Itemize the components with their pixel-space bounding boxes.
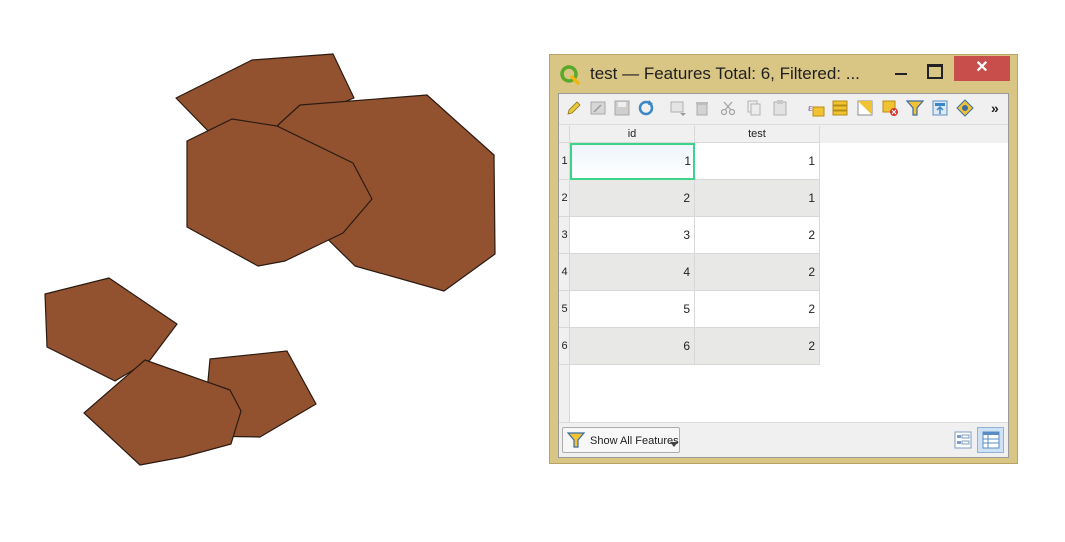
attribute-table-window: test — Features Total: 6, Filtered: ... … — [549, 54, 1018, 464]
minimize-button[interactable] — [890, 61, 914, 83]
show-all-features-button[interactable]: Show All Features — [562, 427, 680, 453]
deselect-all-icon[interactable] — [881, 99, 899, 117]
close-icon: ✕ — [975, 59, 989, 76]
table-cell-id[interactable]: 1 — [570, 143, 695, 180]
table-cell-test[interactable]: 1 — [695, 180, 820, 217]
select-all-icon[interactable] — [831, 99, 849, 117]
edit-pencil-icon[interactable] — [565, 99, 583, 117]
add-feature-icon[interactable] — [669, 99, 687, 117]
toolbar-more-button[interactable]: » — [991, 100, 999, 116]
row-header[interactable]: 4 — [559, 254, 570, 291]
title-bar[interactable]: test — Features Total: 6, Filtered: ... … — [550, 55, 1017, 93]
header-filler — [820, 126, 1008, 143]
column-header-test[interactable]: test — [695, 126, 820, 143]
row-header[interactable]: 5 — [559, 291, 570, 328]
paste-icon[interactable] — [771, 99, 789, 117]
cut-icon[interactable] — [719, 99, 737, 117]
table-cell-test[interactable]: 1 — [695, 143, 820, 180]
table-cell-id[interactable]: 3 — [570, 217, 695, 254]
row-header[interactable]: 2 — [559, 180, 570, 217]
table-cell-id[interactable]: 2 — [570, 180, 695, 217]
delete-feature-icon[interactable] — [693, 99, 711, 117]
show-all-features-label: Show All Features — [590, 435, 679, 447]
table-cell-test[interactable]: 2 — [695, 291, 820, 328]
multi-edit-icon[interactable] — [589, 99, 607, 117]
dropdown-arrow-icon — [670, 442, 678, 447]
row-header[interactable]: 1 — [559, 143, 570, 180]
attribute-table[interactable]: id test 1 1 1 2 2 1 3 3 2 4 4 2 5 5 2 6 — [559, 126, 1008, 422]
map-canvas[interactable] — [0, 0, 540, 542]
window-title: test — Features Total: 6, Filtered: ... — [590, 64, 860, 83]
filter-icon — [567, 432, 585, 448]
window-client: ε » id test 1 1 1 2 2 1 3 3 2 4 4 2 5 5 … — [558, 93, 1009, 458]
table-cell-test[interactable]: 2 — [695, 328, 820, 365]
expression-select-icon[interactable]: ε — [807, 99, 825, 117]
row-header[interactable]: 3 — [559, 217, 570, 254]
copy-icon[interactable] — [745, 99, 763, 117]
table-cell-id[interactable]: 4 — [570, 254, 695, 291]
column-header-id[interactable]: id — [570, 126, 695, 143]
move-selection-top-icon[interactable] — [931, 99, 949, 117]
table-corner-button[interactable] — [559, 126, 570, 143]
reload-icon[interactable] — [637, 99, 655, 117]
pan-to-selection-icon[interactable] — [956, 99, 974, 117]
qgis-icon — [560, 65, 580, 85]
table-cell-id[interactable]: 5 — [570, 291, 695, 328]
table-cell-test[interactable]: 2 — [695, 217, 820, 254]
attribute-toolbar: ε » — [559, 94, 1008, 125]
save-edits-icon[interactable] — [613, 99, 631, 117]
table-cell-id[interactable]: 6 — [570, 328, 695, 365]
row-header[interactable]: 6 — [559, 328, 570, 365]
close-button[interactable]: ✕ — [954, 56, 1010, 81]
form-view-icon[interactable] — [954, 431, 972, 449]
filter-select-icon[interactable] — [906, 99, 924, 117]
bottom-bar: Show All Features — [559, 422, 1008, 457]
svg-text:ε: ε — [808, 102, 813, 114]
table-cell-test[interactable]: 2 — [695, 254, 820, 291]
table-view-icon — [982, 431, 1000, 449]
maximize-button[interactable] — [922, 61, 946, 83]
screen: test — Features Total: 6, Filtered: ... … — [0, 0, 1065, 542]
invert-selection-icon[interactable] — [856, 99, 874, 117]
table-view-button[interactable] — [977, 427, 1004, 453]
